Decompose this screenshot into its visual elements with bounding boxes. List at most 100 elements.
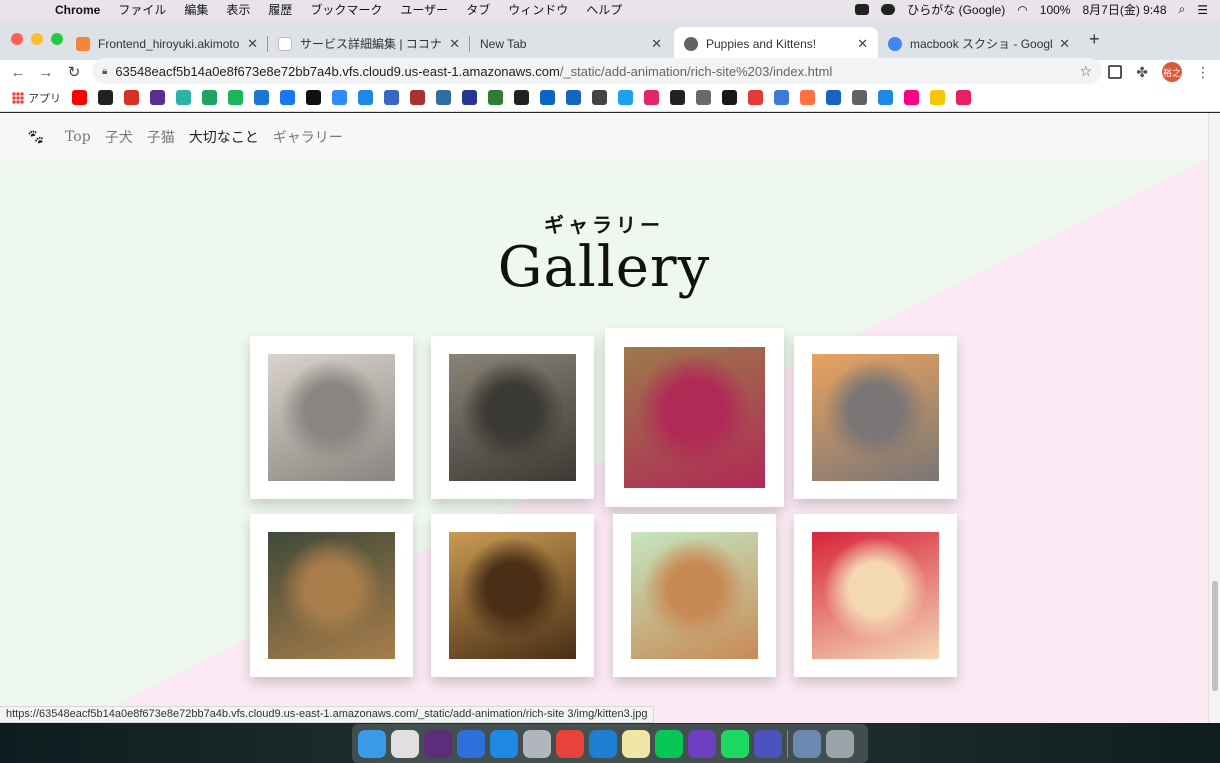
notification-center-icon[interactable]: ☰ <box>1197 3 1208 17</box>
bookmark-favicon-icon[interactable] <box>98 90 113 105</box>
bookmark-favicon-icon[interactable] <box>696 90 711 105</box>
page-scrollbar[interactable] <box>1208 113 1220 723</box>
input-method-label[interactable]: ひらがな (Google) <box>907 1 1005 18</box>
bookmark-favicon-icon[interactable] <box>592 90 607 105</box>
dock-app-icon[interactable] <box>655 729 683 758</box>
bookmark-favicon-icon[interactable] <box>644 90 659 105</box>
dock-app-icon[interactable] <box>754 729 782 758</box>
extensions-puzzle-icon[interactable]: ✤ <box>1136 64 1148 81</box>
close-tab-icon[interactable]: ✕ <box>857 36 868 52</box>
bookmark-favicon-icon[interactable] <box>306 90 321 105</box>
paw-logo-icon[interactable]: 🐾︎ <box>26 128 45 146</box>
address-bar[interactable]: 🔒︎ 63548eacf5b14a0e8f673e8e72bb7a4b.vfs.… <box>92 58 1102 84</box>
bookmark-favicon-icon[interactable] <box>566 90 581 105</box>
menu-item-view[interactable]: 表示 <box>217 1 259 18</box>
bookmark-favicon-icon[interactable] <box>800 90 815 105</box>
bookmark-favicon-icon[interactable] <box>514 90 529 105</box>
bookmark-favicon-icon[interactable] <box>670 90 685 105</box>
gallery-card-kitten-3[interactable] <box>605 328 784 507</box>
clock-label[interactable]: 8月7日(金) 9:48 <box>1082 1 1166 18</box>
bookmark-favicon-icon[interactable] <box>852 90 867 105</box>
bookmark-favicon-icon[interactable] <box>540 90 555 105</box>
close-tab-icon[interactable]: ✕ <box>449 36 460 52</box>
bookmark-favicon-icon[interactable] <box>436 90 451 105</box>
bookmark-favicon-icon[interactable] <box>228 90 243 105</box>
dock-app-icon[interactable] <box>688 729 716 758</box>
nav-link-important[interactable]: 大切なこと <box>189 127 259 147</box>
dock-app-icon[interactable] <box>556 729 584 758</box>
gallery-card-kitten-2[interactable] <box>431 336 594 499</box>
gallery-card-puppy-4[interactable] <box>794 514 957 677</box>
bookmark-favicon-icon[interactable] <box>956 90 971 105</box>
bookmark-favicon-icon[interactable] <box>930 90 945 105</box>
dock-app-icon[interactable] <box>622 729 650 758</box>
dock-app-icon[interactable] <box>523 729 551 758</box>
close-tab-icon[interactable]: ✕ <box>247 36 258 52</box>
bookmark-favicon-icon[interactable] <box>358 90 373 105</box>
menu-item-history[interactable]: 履歴 <box>259 1 301 18</box>
menu-item-tab[interactable]: タブ <box>457 1 499 18</box>
tab-google-search[interactable]: macbook スクショ - Google 検索 ✕ <box>878 27 1080 60</box>
bookmark-favicon-icon[interactable] <box>332 90 347 105</box>
bookmark-favicon-icon[interactable] <box>748 90 763 105</box>
menu-item-bookmarks[interactable]: ブックマーク <box>301 1 391 18</box>
bookmark-favicon-icon[interactable] <box>176 90 191 105</box>
menu-item-window[interactable]: ウィンドウ <box>499 1 577 18</box>
profile-avatar[interactable]: 裕之 <box>1162 62 1182 82</box>
dock-app-icon[interactable] <box>721 729 749 758</box>
bookmark-star-icon[interactable]: ☆ <box>1079 63 1092 80</box>
dock-app-icon[interactable] <box>589 729 617 758</box>
menu-app-name[interactable]: Chrome <box>46 3 109 17</box>
bookmark-favicon-icon[interactable] <box>280 90 295 105</box>
back-arrow-icon[interactable]: ← <box>4 64 32 81</box>
tab-frontend[interactable]: Frontend_hiroyuki.akimoto - AW ✕ <box>66 27 268 60</box>
bookmark-favicon-icon[interactable] <box>202 90 217 105</box>
nav-link-top[interactable]: Top <box>65 129 91 145</box>
bookmark-favicon-icon[interactable] <box>618 90 633 105</box>
dock-app-icon[interactable] <box>391 729 419 758</box>
lock-icon[interactable]: 🔒︎ <box>102 66 107 77</box>
bookmark-favicon-icon[interactable] <box>462 90 477 105</box>
battery-label[interactable]: 100% <box>1040 3 1071 17</box>
minimize-window-button[interactable] <box>31 33 43 45</box>
bookmark-favicon-icon[interactable] <box>150 90 165 105</box>
gallery-card-puppy-1[interactable] <box>250 514 413 677</box>
nav-link-kittens[interactable]: 子猫 <box>147 127 175 147</box>
close-window-button[interactable] <box>11 33 23 45</box>
dock-app-icon[interactable] <box>457 729 485 758</box>
new-tab-plus-icon[interactable]: + <box>1089 29 1100 50</box>
wifi-icon[interactable]: ◠ <box>1017 3 1027 17</box>
bookmark-favicon-icon[interactable] <box>878 90 893 105</box>
reading-list-icon[interactable] <box>1108 65 1123 79</box>
dock-app-icon[interactable] <box>793 729 821 758</box>
spotlight-icon[interactable]: ⌕ <box>1179 2 1186 17</box>
tab-coconala[interactable]: サービス詳細編集 | ココナラ ✕ <box>268 27 470 60</box>
bookmark-favicon-icon[interactable] <box>254 90 269 105</box>
nav-link-puppies[interactable]: 子犬 <box>105 127 133 147</box>
scrollbar-thumb[interactable] <box>1212 581 1218 691</box>
gallery-card-kitten-1[interactable] <box>250 336 413 499</box>
bookmark-favicon-icon[interactable] <box>488 90 503 105</box>
zoom-window-button[interactable] <box>51 33 63 45</box>
dock-app-icon[interactable] <box>826 729 854 758</box>
bookmark-favicon-icon[interactable] <box>410 90 425 105</box>
line-status-icon[interactable] <box>855 4 870 15</box>
menu-item-help[interactable]: ヘルプ <box>577 1 631 18</box>
bookmark-favicon-icon[interactable] <box>774 90 789 105</box>
forward-arrow-icon[interactable]: → <box>32 64 60 81</box>
apps-shortcut[interactable]: アプリ <box>12 90 61 106</box>
close-tab-icon[interactable]: ✕ <box>1059 36 1070 52</box>
bookmark-favicon-icon[interactable] <box>124 90 139 105</box>
cloud-icon[interactable] <box>881 4 896 15</box>
close-tab-icon[interactable]: ✕ <box>651 36 662 52</box>
dock-app-icon[interactable] <box>424 729 452 758</box>
bookmark-favicon-icon[interactable] <box>722 90 737 105</box>
bookmark-favicon-icon[interactable] <box>904 90 919 105</box>
menu-item-edit[interactable]: 編集 <box>175 1 217 18</box>
tab-new-tab[interactable]: New Tab ✕ <box>470 27 672 60</box>
menu-item-people[interactable]: ユーザー <box>391 1 457 18</box>
dock-app-icon[interactable] <box>490 729 518 758</box>
more-menu-icon[interactable]: ⋮ <box>1196 64 1210 81</box>
bookmark-favicon-icon[interactable] <box>826 90 841 105</box>
reload-icon[interactable]: ↻ <box>60 63 88 81</box>
